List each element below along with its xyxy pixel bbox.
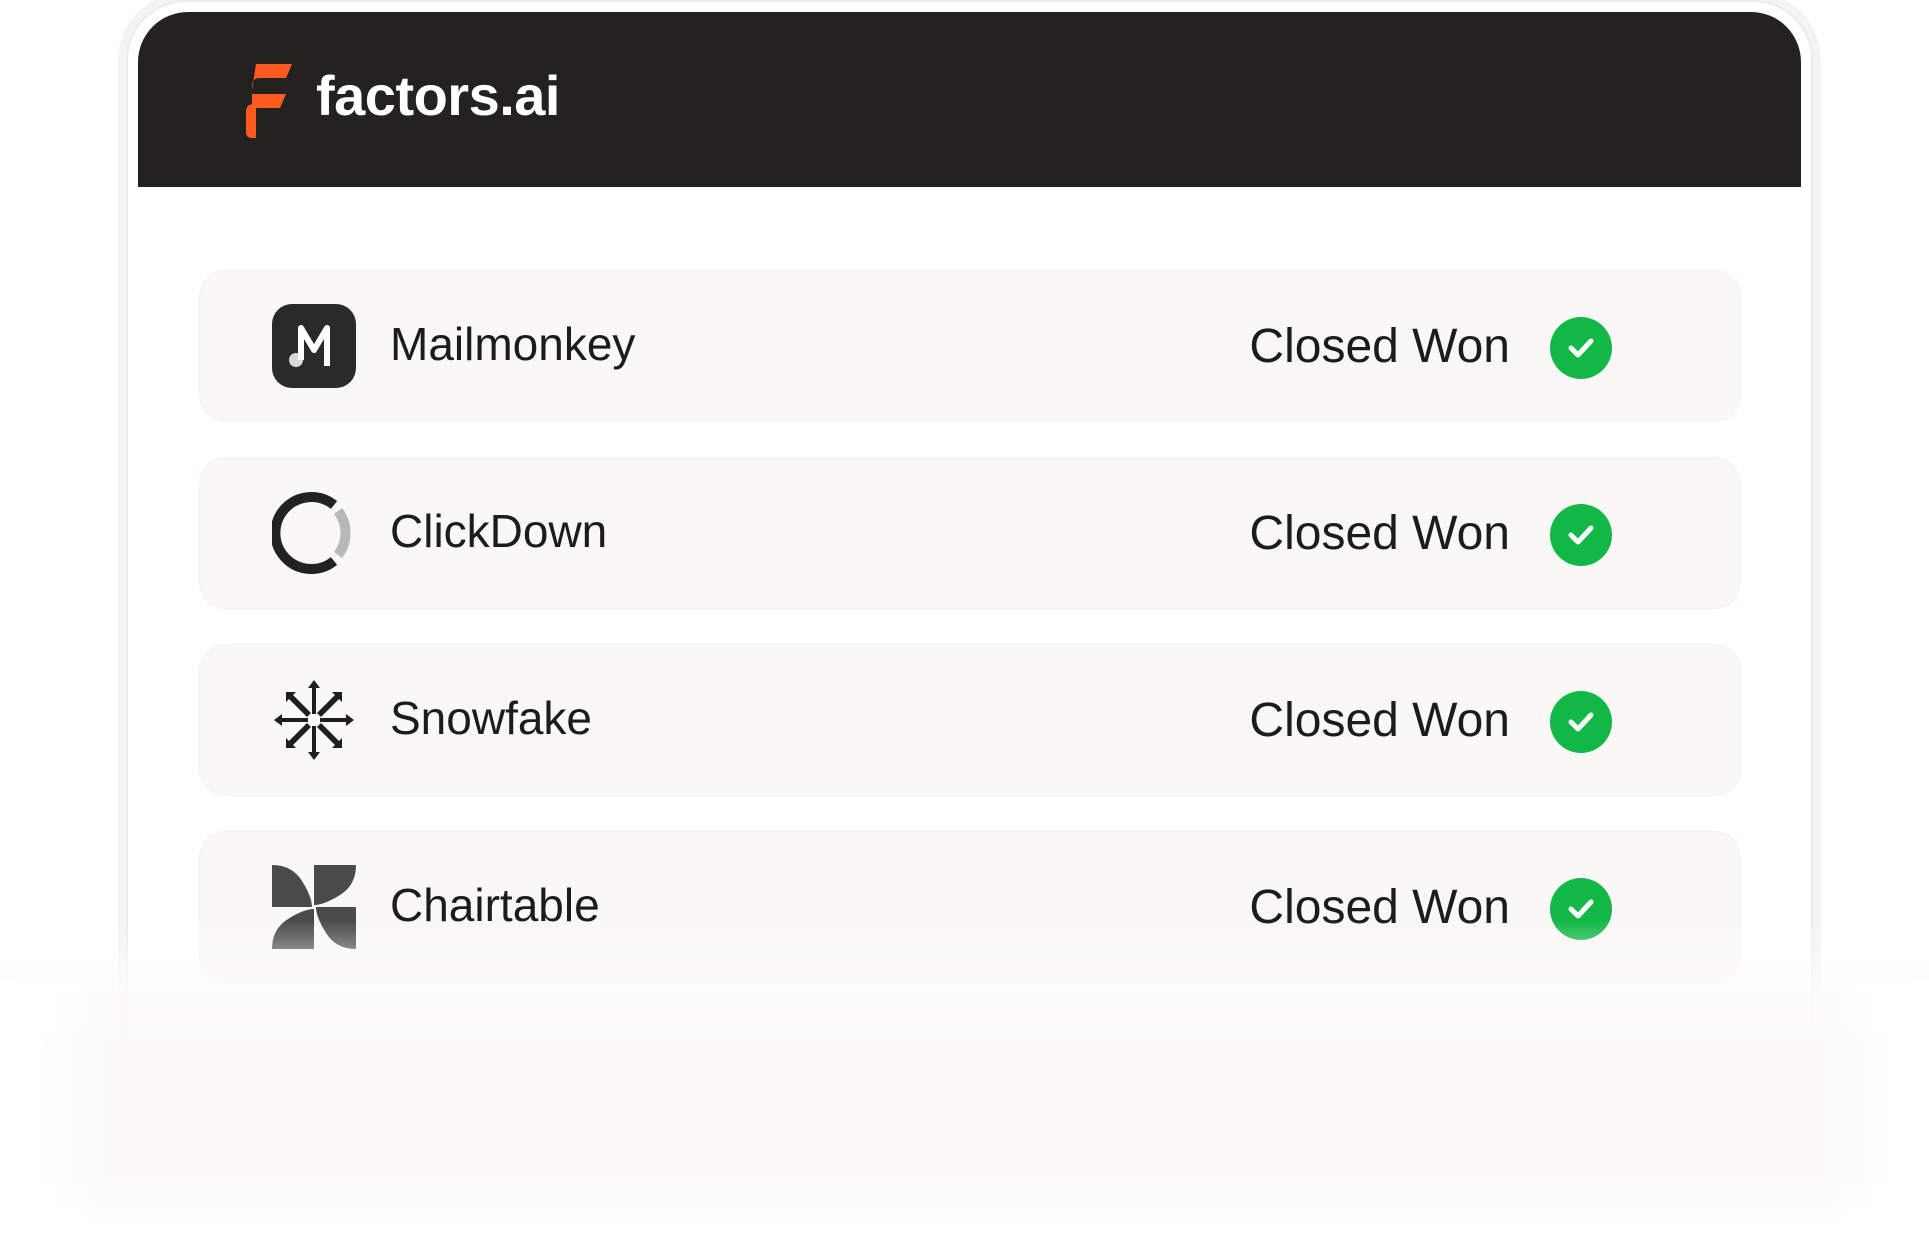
check-circle-icon bbox=[1550, 504, 1612, 566]
mailmonkey-logo-icon bbox=[272, 304, 356, 388]
chairtable-logo-icon bbox=[272, 865, 356, 949]
deal-list: Mailmonkey Closed Won ClickDown Closed W… bbox=[200, 271, 1740, 1019]
deal-status: Closed Won bbox=[1249, 881, 1510, 934]
deal-status: Closed Won bbox=[1249, 694, 1510, 747]
deal-row[interactable]: Chairtable Closed Won bbox=[200, 832, 1740, 982]
stage: factors.ai Mailmonkey Closed Won ClickDo… bbox=[0, 0, 1929, 1248]
deals-card: factors.ai Mailmonkey Closed Won ClickDo… bbox=[128, 2, 1811, 1192]
deal-status: Closed Won bbox=[1249, 507, 1510, 560]
clickdown-logo-icon bbox=[272, 492, 351, 574]
check-circle-icon bbox=[1550, 691, 1612, 753]
deal-row[interactable]: Snowfake Closed Won bbox=[200, 645, 1740, 795]
app-header: factors.ai bbox=[138, 12, 1801, 187]
company-name: Snowfake bbox=[390, 692, 593, 744]
deals-card-inner: factors.ai Mailmonkey Closed Won ClickDo… bbox=[138, 12, 1801, 1192]
deal-row[interactable]: Mailmonkey Closed Won bbox=[200, 271, 1740, 421]
check-circle-icon bbox=[1550, 317, 1612, 379]
company-name: ClickDown bbox=[390, 505, 608, 557]
factors-logo-icon bbox=[246, 64, 292, 138]
company-name: Chairtable bbox=[390, 879, 600, 931]
deal-row[interactable]: ClickDown Closed Won bbox=[200, 458, 1740, 608]
brand-name: factors.ai bbox=[316, 64, 561, 127]
check-circle-icon bbox=[1550, 878, 1612, 940]
deal-status: Closed Won bbox=[1249, 320, 1510, 373]
snowfake-logo-icon bbox=[274, 680, 354, 760]
company-name: Mailmonkey bbox=[390, 318, 636, 370]
